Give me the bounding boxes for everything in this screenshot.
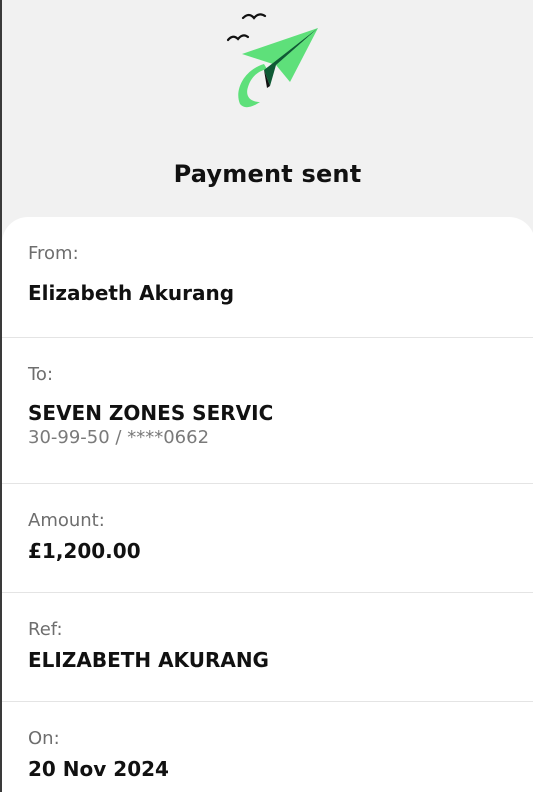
ref-value: ELIZABETH AKURANG xyxy=(28,648,269,672)
from-value: Elizabeth Akurang xyxy=(28,281,235,305)
page-title: Payment sent xyxy=(173,160,362,188)
date-row: On: 20 Nov 2024 xyxy=(2,701,533,792)
header-area: Payment sent xyxy=(2,0,533,218)
amount-value: £1,200.00 xyxy=(28,539,141,563)
to-row: To: SEVEN ZONES SERVIC 30-99-50 / ****06… xyxy=(2,337,533,484)
payment-confirmation-screen: Payment sent From: Elizabeth Akurang To:… xyxy=(0,0,533,792)
amount-row: Amount: £1,200.00 xyxy=(2,483,533,593)
paper-plane-with-birds-icon xyxy=(226,13,318,108)
to-label: To: xyxy=(28,364,54,385)
date-value: 20 Nov 2024 xyxy=(28,757,169,781)
to-value: SEVEN ZONES SERVIC xyxy=(28,401,274,425)
to-account-number: 30-99-50 / ****0662 xyxy=(28,427,210,448)
from-label: From: xyxy=(28,243,79,264)
ref-label: Ref: xyxy=(28,619,63,640)
from-row: From: Elizabeth Akurang xyxy=(2,217,533,338)
date-label: On: xyxy=(28,728,60,749)
payment-details-card: From: Elizabeth Akurang To: SEVEN ZONES … xyxy=(2,217,533,792)
ref-row: Ref: ELIZABETH AKURANG xyxy=(2,592,533,702)
amount-label: Amount: xyxy=(28,510,105,531)
